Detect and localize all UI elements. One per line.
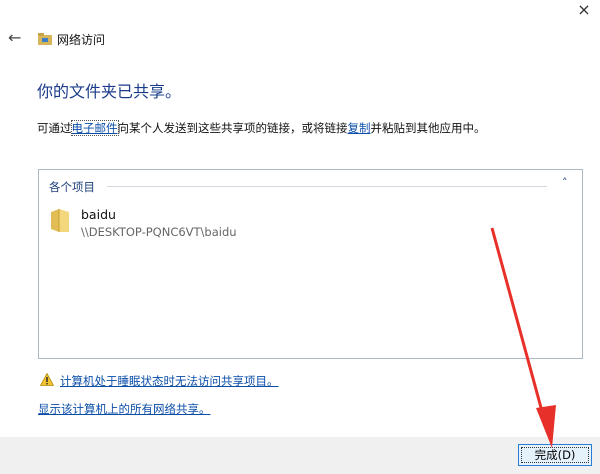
sleep-warning-link[interactable]: 计算机处于睡眠状态时无法访问共享项目。 [60,373,279,389]
group-divider [107,186,547,187]
shared-items-box: 各个项目 ˄ baidu \\DESKTOP-PQNC6VT\baidu [38,169,583,359]
warning-icon [40,373,54,386]
close-button[interactable]: × [570,0,598,22]
folder-icon [51,209,69,232]
item-name: baidu [81,207,116,222]
email-link[interactable]: 电子邮件 [70,120,119,136]
back-button[interactable]: ← [8,28,21,47]
share-description: 可通过电子邮件向某个人发送到这些共享项的链接，或将链接复制并粘贴到其他应用中。 [37,120,486,136]
finish-button[interactable]: 完成(D) [518,444,592,466]
network-folder-icon [38,33,52,45]
item-path: \\DESKTOP-PQNC6VT\baidu [81,225,237,239]
copy-link[interactable]: 复制 [348,121,371,135]
group-header-label: 各个项目 [49,179,99,195]
window-title: 网络访问 [57,33,106,47]
desc-suffix: 并粘贴到其他应用中。 [370,121,486,135]
desc-prefix: 可通过 [37,121,72,135]
show-all-shares-link[interactable]: 显示该计算机上的所有网络共享。 [38,401,211,417]
desc-middle: 向某个人发送到这些共享项的链接，或将链接 [117,121,348,135]
collapse-chevron-icon[interactable]: ˄ [562,176,568,189]
page-heading: 你的文件夹已共享。 [37,82,182,101]
focus-ring [521,447,589,463]
list-item[interactable]: baidu \\DESKTOP-PQNC6VT\baidu [39,200,579,242]
dialog-footer [0,437,600,474]
